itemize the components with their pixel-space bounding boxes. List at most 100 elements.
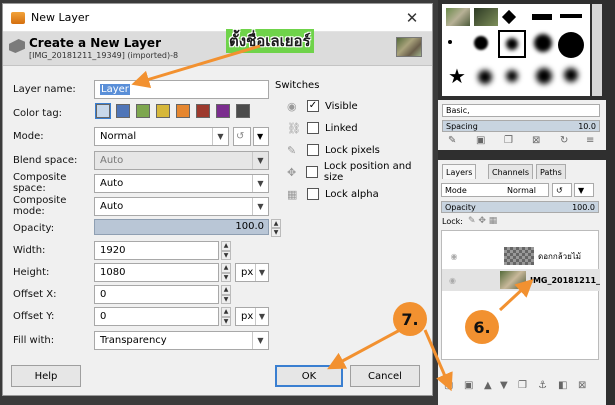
width-input[interactable]: 1920 [94,241,219,260]
brush-splatter[interactable] [478,70,492,84]
switch-lock-pixels[interactable]: ✎ Lock pixels [287,142,380,158]
offset-y-spinner[interactable]: ▲ ▼ [221,307,231,326]
brush-icon: ✎ [287,143,297,157]
layer-mode-select[interactable]: Mode Normal [441,183,549,197]
fill-value: Transparency [100,335,167,346]
dialog-title: New Layer [31,11,90,24]
layer-row[interactable]: ◉ ดอกกล้วยไม้ [442,245,600,267]
lock-pixels-checkbox[interactable] [307,144,319,156]
color-tag-swatches [95,103,271,120]
width-label: Width: [13,244,46,256]
raise-layer-icon[interactable]: ▲ [484,380,492,391]
reset-mode-button[interactable]: ↺ [233,127,251,146]
height-spinner[interactable]: ▲ ▼ [221,263,231,282]
switch-lock-position[interactable]: ✥ Lock position and size [287,161,430,183]
layer-group-icon[interactable]: ▣ [464,380,473,391]
opacity-slider[interactable]: 100.0 [94,219,269,235]
fill-select[interactable]: Transparency ▼ [94,331,269,350]
size-unit-select[interactable]: px ▼ [235,263,269,282]
delete-layer-icon[interactable]: ⊠ [578,380,586,391]
duplicate-layer-icon[interactable]: ❐ [518,380,527,391]
eye-icon[interactable]: ◉ [442,252,466,261]
brush-menu-icon[interactable]: ≡ [586,135,594,146]
offset-x-spinner[interactable]: ▲ ▼ [221,285,231,304]
color-tag-swatch[interactable] [95,103,111,119]
brush-soft[interactable] [474,36,488,50]
opacity-spinner[interactable]: ▲ ▼ [271,219,281,237]
layer-name-label: Layer name: [13,83,76,95]
offset-y-label: Offset Y: [13,310,55,322]
new-layer-icon[interactable]: ▢ [444,380,453,391]
color-tag-label: Color tag: [13,107,63,119]
spacing-label: Spacing [446,121,478,131]
edit-brush-icon[interactable]: ✎ [448,135,456,146]
composite-space-select[interactable]: Auto ▼ [94,174,269,193]
brush-soft[interactable] [534,34,552,52]
spacing-slider[interactable]: Spacing 10.0 [442,120,600,132]
color-tag-swatch[interactable] [176,104,190,118]
mode-options-dropdown[interactable]: ▼ [253,127,269,146]
tab-layers[interactable]: Layers [442,164,477,179]
offset-y-input[interactable]: 0 [94,307,219,326]
layer-opacity-slider[interactable]: Opacity 100.0 [441,201,599,213]
lock-icons[interactable]: ✎ ✥ ▦ [468,216,497,226]
visible-checkbox[interactable]: ✓ [307,100,319,112]
offset-x-label: Offset X: [13,288,57,300]
brush-hard[interactable] [558,32,584,58]
width-spinner[interactable]: ▲ ▼ [221,241,231,260]
switch-linked[interactable]: ⛓ Linked [287,120,358,136]
color-tag-swatch[interactable] [236,104,250,118]
lock-alpha-checkbox[interactable] [307,188,319,200]
right-dock: ★ Basic, Spacing 10.0 ✎ ▣ ❐ ⊠ ↻ ≡ Layers… [438,0,615,405]
color-tag-swatch[interactable] [116,104,130,118]
layer-mode-reset-button[interactable]: ↺ [552,183,572,197]
mode-select[interactable]: Normal ▼ [94,127,229,146]
color-tag-swatch[interactable] [156,104,170,118]
mask-layer-icon[interactable]: ◧ [558,380,567,391]
anchor-layer-icon[interactable]: ⚓ [538,380,547,391]
layer-mode-options[interactable]: ▼ [574,183,594,197]
brush-image[interactable] [474,8,498,26]
tab-paths[interactable]: Paths [536,164,566,179]
brush-splatter[interactable] [536,68,552,84]
composite-mode-value: Auto [100,201,124,212]
brush-dot[interactable] [448,40,452,44]
color-tag-swatch[interactable] [216,104,230,118]
brush-preset-select[interactable]: Basic, [442,104,600,117]
switch-visible[interactable]: ◉ ✓ Visible [287,98,358,114]
duplicate-brush-icon[interactable]: ❐ [504,135,513,146]
eye-icon[interactable]: ◉ [442,276,463,285]
brush-preset-value: Basic, [446,106,470,115]
color-tag-swatch[interactable] [136,104,150,118]
switch-lock-alpha[interactable]: ▦ Lock alpha [287,186,379,202]
linked-checkbox[interactable] [307,122,319,134]
brush-bar[interactable] [560,14,582,18]
offset-unit-select[interactable]: px ▼ [235,307,269,326]
lock-position-checkbox[interactable] [306,166,318,178]
blend-space-select[interactable]: Auto ▼ [94,151,269,170]
brush-star[interactable]: ★ [448,66,466,86]
offset-x-input[interactable]: 0 [94,285,219,304]
tab-channels[interactable]: Channels [488,164,534,179]
color-tag-swatch[interactable] [196,104,210,118]
lower-layer-icon[interactable]: ▼ [500,380,508,391]
help-button[interactable]: Help [11,365,81,387]
height-input[interactable]: 1080 [94,263,219,282]
brush-bar[interactable] [532,14,552,20]
brush-splatter[interactable] [506,70,518,82]
new-brush-icon[interactable]: ▣ [476,135,485,146]
close-icon[interactable]: ✕ [392,9,432,27]
brush-scrollbar[interactable] [592,4,602,96]
brush-diamond[interactable] [501,9,517,25]
cancel-button[interactable]: Cancel [350,365,420,387]
layer-name-input[interactable]: Layer [94,80,269,99]
brush-selected[interactable] [498,30,526,58]
blend-space-label: Blend space: [13,154,78,166]
brush-image[interactable] [446,8,470,26]
refresh-brush-icon[interactable]: ↻ [560,135,568,146]
composite-mode-select[interactable]: Auto ▼ [94,197,269,216]
delete-brush-icon[interactable]: ⊠ [532,135,540,146]
ok-button[interactable]: OK [275,365,343,387]
brush-splatter[interactable] [564,68,578,82]
layer-row-selected[interactable]: ◉ IMG_20181211_ [442,269,600,291]
